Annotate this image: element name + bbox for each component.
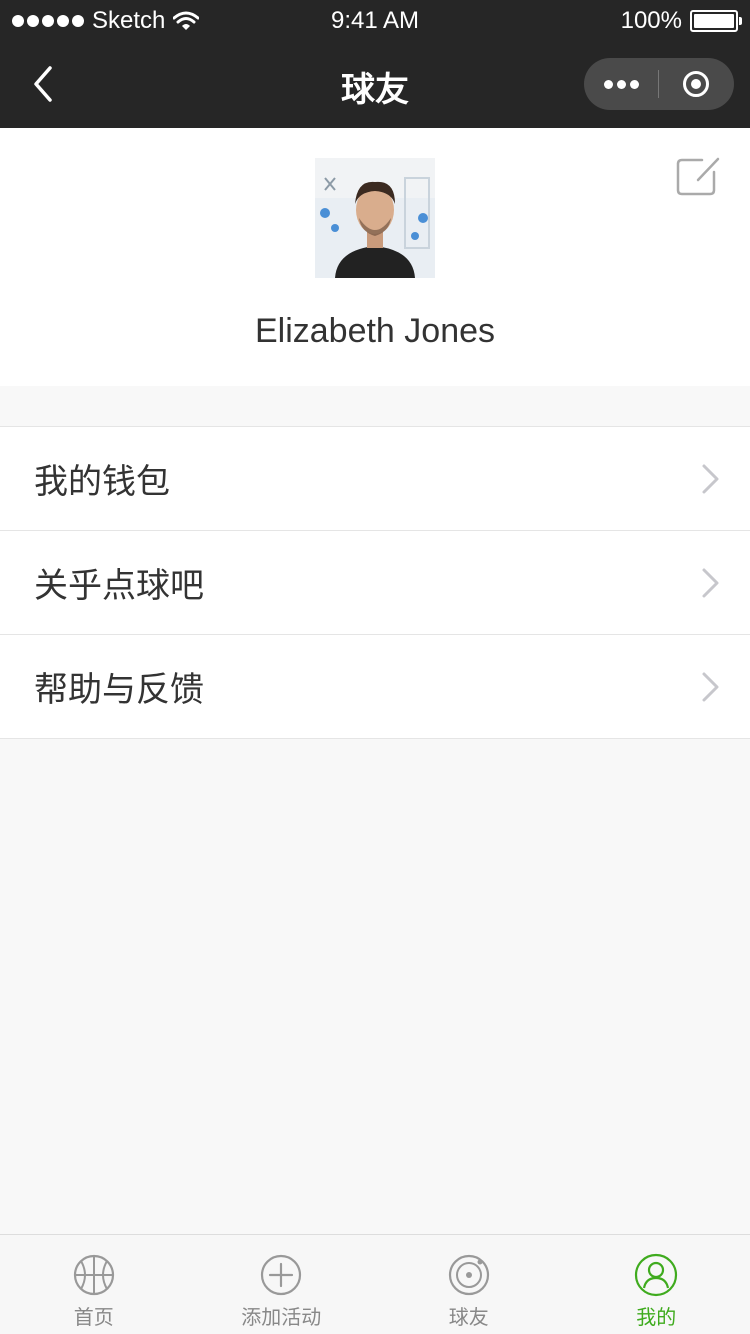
chevron-right-icon xyxy=(702,672,719,702)
profile-card: Elizabeth Jones xyxy=(0,128,750,386)
tab-label: 我的 xyxy=(636,1305,677,1329)
avatar[interactable] xyxy=(315,158,435,278)
battery-percentage: 100% xyxy=(620,7,682,34)
target-icon xyxy=(448,1254,489,1296)
edit-profile-button[interactable] xyxy=(676,156,722,198)
tab-add-activity[interactable]: 添加活动 xyxy=(188,1235,376,1334)
basketball-icon xyxy=(73,1254,114,1296)
tab-mine[interactable]: 我的 xyxy=(563,1235,750,1334)
tab-friends[interactable]: 球友 xyxy=(375,1235,563,1334)
chevron-right-icon xyxy=(702,464,719,494)
mini-program-capsule xyxy=(584,58,734,110)
menu-item-label: 我的钱包 xyxy=(34,462,170,502)
menu-list: 我的钱包 关乎点球吧 帮助与反馈 xyxy=(0,426,750,739)
target-close-icon xyxy=(683,71,709,97)
tab-bar: 首页 添加活动 球友 我的 xyxy=(0,1234,750,1334)
menu-item-about[interactable]: 关乎点球吧 xyxy=(0,531,750,635)
top-bar: Sketch 9:41 AM 100% 球友 xyxy=(0,0,750,128)
navigation-bar: 球友 xyxy=(0,40,750,128)
menu-item-label: 帮助与反馈 xyxy=(34,670,204,710)
menu-item-wallet[interactable]: 我的钱包 xyxy=(0,427,750,531)
close-button[interactable] xyxy=(659,58,733,110)
add-circle-icon xyxy=(261,1254,302,1296)
battery-icon xyxy=(690,10,742,32)
edit-icon xyxy=(676,157,720,196)
more-button[interactable] xyxy=(584,58,658,110)
menu-item-label: 关乎点球吧 xyxy=(34,566,204,606)
tab-label: 球友 xyxy=(448,1305,489,1329)
tab-home[interactable]: 首页 xyxy=(0,1235,188,1334)
status-bar: Sketch 9:41 AM 100% xyxy=(0,0,750,40)
chevron-right-icon xyxy=(702,568,719,598)
avatar-photo xyxy=(315,158,435,278)
user-name: Elizabeth Jones xyxy=(254,312,496,350)
menu-item-help-feedback[interactable]: 帮助与反馈 xyxy=(0,635,750,739)
tab-label: 添加活动 xyxy=(241,1305,322,1329)
tab-label: 首页 xyxy=(73,1305,114,1329)
user-icon xyxy=(635,1253,678,1297)
